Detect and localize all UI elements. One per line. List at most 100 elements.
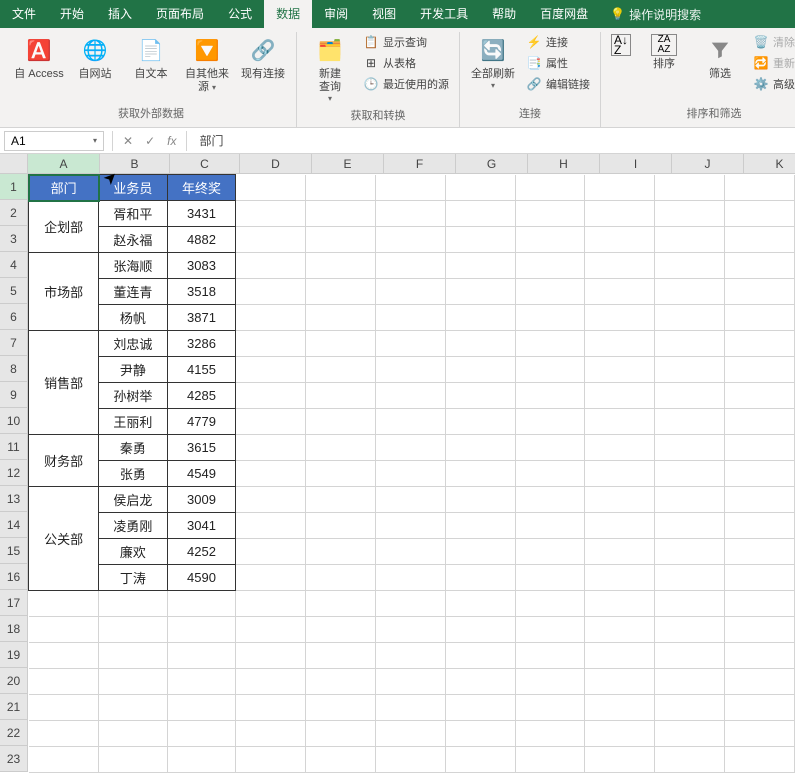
cell[interactable] [376, 435, 446, 461]
cell[interactable] [445, 435, 515, 461]
cell[interactable]: 赵永福 [99, 227, 167, 253]
cell[interactable] [725, 695, 795, 721]
cell[interactable] [306, 487, 376, 513]
cell[interactable] [306, 695, 376, 721]
col-header-I[interactable]: I [600, 154, 672, 174]
external-data-btn-0[interactable]: 🅰️自 Access [12, 32, 66, 83]
cell[interactable] [585, 331, 655, 357]
cell[interactable] [236, 201, 306, 227]
cell[interactable] [725, 617, 795, 643]
cell[interactable]: 丁涛 [99, 565, 167, 591]
cell[interactable] [585, 253, 655, 279]
cell[interactable] [445, 305, 515, 331]
cell[interactable]: 张勇 [99, 461, 167, 487]
cell[interactable] [376, 695, 446, 721]
col-header-E[interactable]: E [312, 154, 384, 174]
cell[interactable] [376, 617, 446, 643]
cell[interactable] [376, 747, 446, 773]
cell[interactable] [306, 539, 376, 565]
cell[interactable] [515, 617, 585, 643]
menu-tab-2[interactable]: 插入 [96, 0, 144, 28]
cell[interactable] [515, 253, 585, 279]
cell[interactable]: 销售部 [29, 331, 99, 435]
cell[interactable] [376, 227, 446, 253]
cell[interactable] [585, 279, 655, 305]
sort-asc-button[interactable]: A↓Z [607, 32, 635, 58]
cell[interactable]: 4155 [167, 357, 236, 383]
cell[interactable]: 3431 [167, 201, 236, 227]
cell[interactable]: 凌勇刚 [99, 513, 167, 539]
cell[interactable] [445, 487, 515, 513]
cell[interactable] [445, 175, 515, 201]
cell[interactable] [29, 643, 99, 669]
cell[interactable] [445, 227, 515, 253]
cell[interactable] [306, 513, 376, 539]
cell[interactable] [306, 409, 376, 435]
cell[interactable] [99, 747, 167, 773]
cell[interactable]: 3009 [167, 487, 236, 513]
cell[interactable] [515, 539, 585, 565]
cell[interactable]: 刘忠诚 [99, 331, 167, 357]
cell[interactable] [515, 383, 585, 409]
cell[interactable]: 孙树举 [99, 383, 167, 409]
cell[interactable]: 秦勇 [99, 435, 167, 461]
cell[interactable] [585, 305, 655, 331]
cell[interactable] [306, 461, 376, 487]
name-box[interactable]: A1 ▾ [4, 131, 104, 151]
cell[interactable] [306, 643, 376, 669]
cell[interactable] [725, 539, 795, 565]
row-header-4[interactable]: 4 [0, 252, 28, 278]
cell[interactable] [306, 591, 376, 617]
cell[interactable] [655, 461, 725, 487]
cell[interactable] [236, 279, 306, 305]
formula-value[interactable]: 部门 [191, 132, 223, 149]
menu-tab-7[interactable]: 视图 [360, 0, 408, 28]
cell[interactable] [376, 409, 446, 435]
cell[interactable] [585, 435, 655, 461]
cell[interactable] [445, 357, 515, 383]
cell[interactable] [29, 721, 99, 747]
cell[interactable] [445, 383, 515, 409]
row-header-9[interactable]: 9 [0, 382, 28, 408]
cell[interactable] [655, 253, 725, 279]
cell[interactable] [515, 643, 585, 669]
cell[interactable] [725, 357, 795, 383]
cell[interactable] [585, 357, 655, 383]
cell[interactable]: 3041 [167, 513, 236, 539]
cell[interactable] [376, 175, 446, 201]
cell[interactable] [167, 695, 236, 721]
cell[interactable] [445, 695, 515, 721]
cell[interactable] [725, 201, 795, 227]
cell[interactable] [445, 513, 515, 539]
cell[interactable] [29, 617, 99, 643]
row-header-10[interactable]: 10 [0, 408, 28, 434]
cell[interactable] [376, 253, 446, 279]
cell[interactable]: 董连青 [99, 279, 167, 305]
cell[interactable] [167, 747, 236, 773]
filter-opt-2[interactable]: ⚙️高级 [749, 74, 795, 94]
cell[interactable]: 公关部 [29, 487, 99, 591]
cell[interactable] [236, 669, 306, 695]
cell[interactable] [655, 435, 725, 461]
cell[interactable] [655, 721, 725, 747]
refresh-all-button[interactable]: 🔄 全部刷新 ▾ [466, 32, 520, 92]
col-header-A[interactable]: A [28, 154, 100, 174]
cell[interactable] [515, 357, 585, 383]
cell[interactable] [725, 435, 795, 461]
cell[interactable] [306, 669, 376, 695]
cell[interactable] [515, 669, 585, 695]
cell[interactable] [236, 539, 306, 565]
cell[interactable] [585, 695, 655, 721]
cell[interactable] [29, 669, 99, 695]
cell[interactable] [655, 383, 725, 409]
tell-me-search[interactable]: 💡 操作说明搜索 [600, 6, 701, 23]
row-header-2[interactable]: 2 [0, 200, 28, 226]
cell[interactable]: 市场部 [29, 253, 99, 331]
external-data-btn-2[interactable]: 📄自文本 [124, 32, 178, 83]
cell[interactable] [445, 409, 515, 435]
cell[interactable] [236, 721, 306, 747]
external-data-btn-1[interactable]: 🌐自网站 [68, 32, 122, 83]
cell[interactable] [515, 695, 585, 721]
cell[interactable] [725, 305, 795, 331]
col-header-H[interactable]: H [528, 154, 600, 174]
